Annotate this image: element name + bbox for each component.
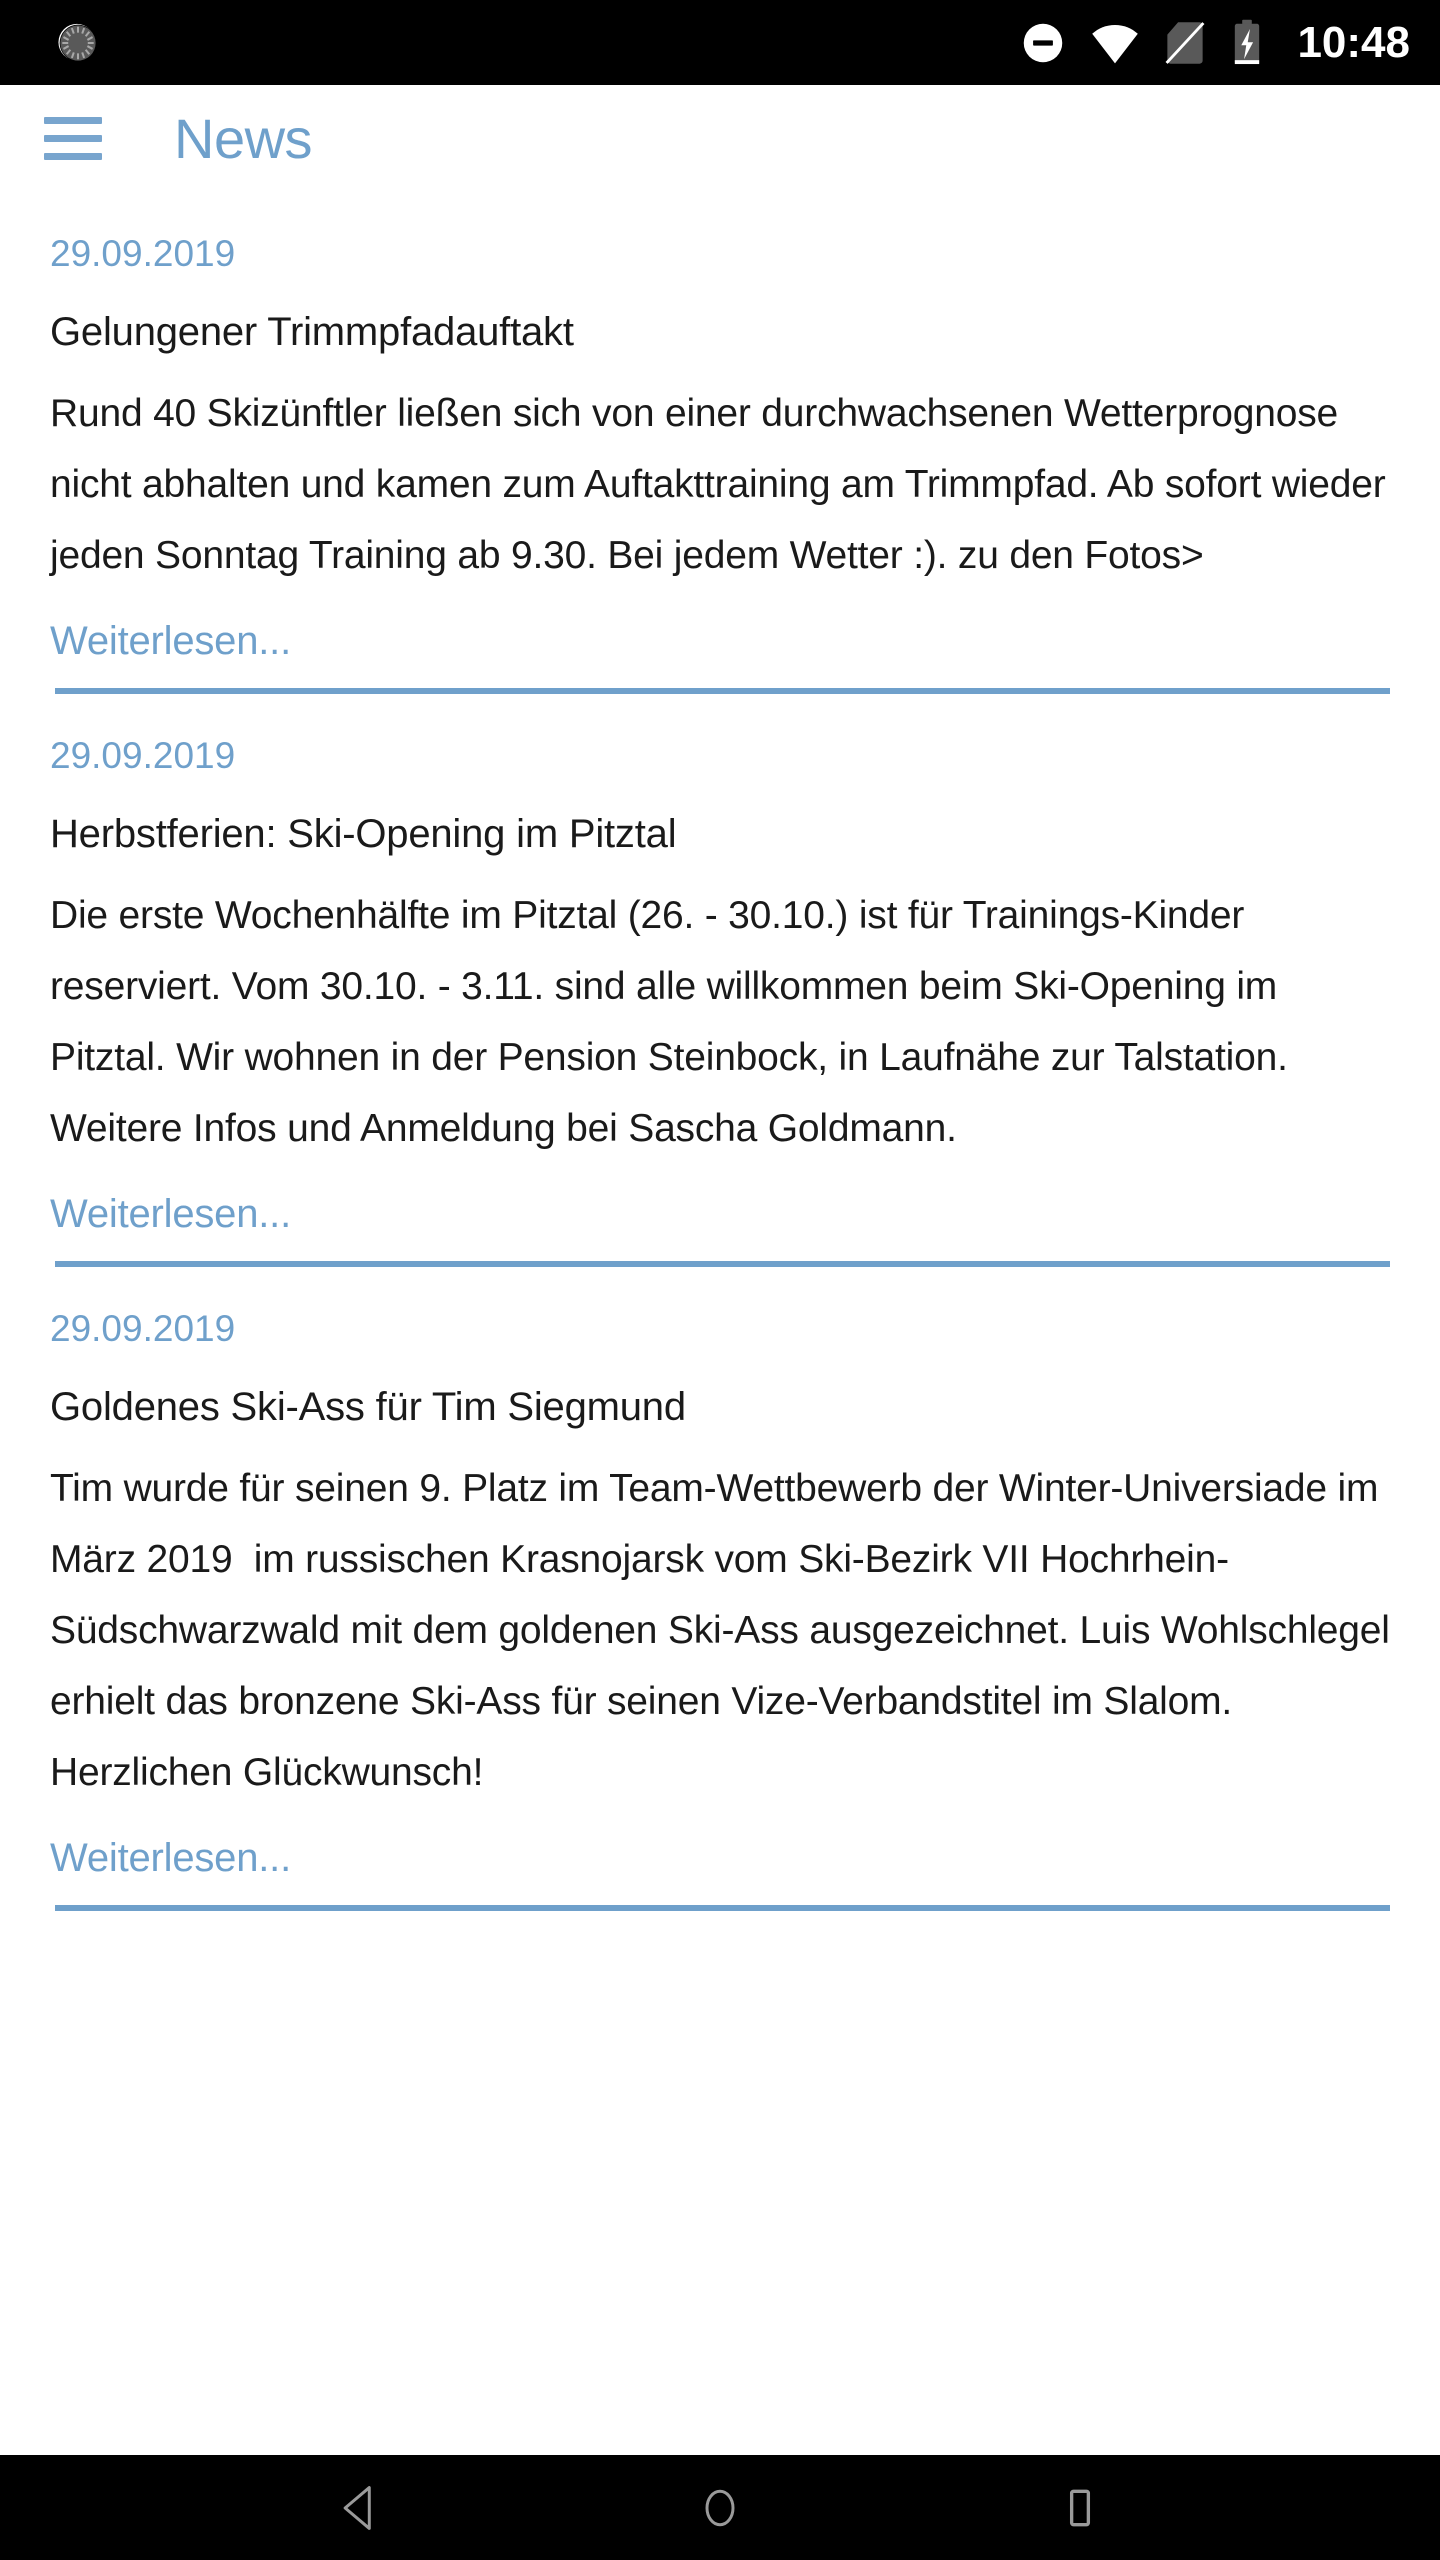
home-button[interactable]	[675, 2463, 765, 2553]
do-not-disturb-icon	[1021, 21, 1065, 65]
recents-square-icon	[1057, 2482, 1103, 2534]
status-bar-notifications	[55, 20, 101, 66]
news-date: 29.09.2019	[50, 735, 236, 776]
home-circle-icon	[697, 2482, 743, 2534]
news-body: Rund 40 Skizünftler ließen sich von eine…	[50, 392, 1397, 577]
android-navigation-bar	[0, 2455, 1440, 2560]
news-title: Gelungener Trimmpfadauftakt	[50, 310, 574, 354]
news-title: Herbstferien: Ski-Opening im Pitztal	[50, 812, 677, 856]
battery-charging-icon	[1231, 19, 1263, 67]
back-triangle-icon	[337, 2482, 383, 2534]
hamburger-menu-icon[interactable]	[40, 106, 106, 172]
news-date: 29.09.2019	[50, 233, 236, 274]
news-body: Tim wurde für seinen 9. Platz im Team-We…	[50, 1467, 1401, 1794]
news-body: Die erste Wochenhälfte im Pitztal (26. -…	[50, 894, 1299, 1150]
news-list-item[interactable]: 29.09.2019 Gelungener Trimmpfadauftakt R…	[0, 192, 1440, 688]
no-sim-icon	[1165, 20, 1205, 66]
news-separator	[55, 1905, 1390, 1911]
wifi-icon	[1091, 21, 1139, 65]
recents-button[interactable]	[1035, 2463, 1125, 2553]
status-bar-system-icons: 10:48	[1021, 19, 1410, 67]
news-list-item[interactable]: 29.09.2019 Herbstferien: Ski-Opening im …	[0, 694, 1440, 1261]
status-bar: 10:48	[0, 0, 1440, 85]
hamburger-bar-1	[44, 117, 102, 124]
news-list-item[interactable]: 29.09.2019 Goldenes Ski-Ass für Tim Sieg…	[0, 1267, 1440, 1905]
status-bar-clock: 10:48	[1297, 17, 1410, 67]
app-bar: News	[0, 85, 1440, 192]
sync-spinner-icon	[55, 20, 101, 66]
hamburger-bar-3	[44, 153, 102, 160]
page-title: News	[174, 106, 313, 170]
back-button[interactable]	[315, 2463, 405, 2553]
news-title: Goldenes Ski-Ass für Tim Siegmund	[50, 1385, 686, 1429]
read-more-link[interactable]: Weiterlesen...	[50, 1194, 1390, 1261]
phone-screen: 10:48 News 29.09.2019 Gelungener Trimmpf…	[0, 0, 1440, 2560]
read-more-link[interactable]: Weiterlesen...	[50, 621, 1390, 688]
hamburger-bar-2	[44, 135, 102, 142]
news-date: 29.09.2019	[50, 1308, 236, 1349]
news-feed[interactable]: 29.09.2019 Gelungener Trimmpfadauftakt R…	[0, 192, 1440, 2455]
news-list: 29.09.2019 Gelungener Trimmpfadauftakt R…	[0, 192, 1440, 1911]
read-more-link[interactable]: Weiterlesen...	[50, 1838, 1390, 1905]
